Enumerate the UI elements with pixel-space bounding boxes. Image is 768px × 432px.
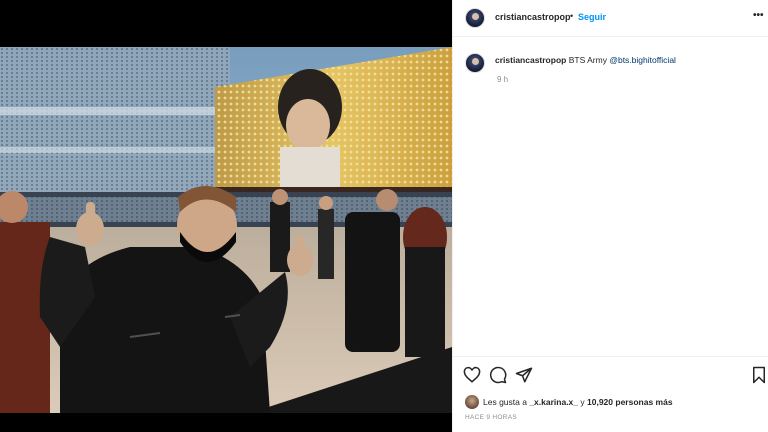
share-icon[interactable] (515, 366, 533, 384)
header-separator: • (570, 11, 574, 21)
likes-prefix: Les gusta a (483, 397, 527, 407)
caption-timestamp[interactable]: 9 h (497, 75, 508, 84)
post-header: cristiancastropop • Seguir ••• (453, 0, 768, 37)
heart-icon[interactable] (463, 366, 481, 384)
media-letterbox-bottom (0, 413, 452, 432)
bookmark-icon[interactable] (751, 366, 767, 384)
caption-text: BTS Army (568, 55, 607, 65)
more-options-icon[interactable]: ••• (753, 10, 764, 21)
caption-mention-link[interactable]: @bts.bighitofficial (609, 55, 676, 65)
liker-avatar[interactable] (465, 395, 479, 409)
concert-photo[interactable] (0, 47, 452, 413)
author-username[interactable]: cristiancastropop (495, 12, 571, 22)
caption-author-avatar[interactable] (465, 53, 485, 73)
likes-others-link[interactable]: 10,920 personas más (587, 397, 673, 407)
author-avatar[interactable] (465, 8, 485, 28)
concert-photo-image (0, 47, 452, 413)
media-letterbox-top (0, 0, 452, 47)
caption-username[interactable]: cristiancastropop (495, 55, 566, 65)
likes-summary: Les gusta a _x.karina.x_ y 10,920 person… (483, 397, 673, 407)
post-timeago[interactable]: HACE 9 HORAS (465, 414, 517, 421)
liker-username[interactable]: _x.karina.x_ (529, 397, 578, 407)
post-sidebar: cristiancastropop • Seguir ••• cristianc… (452, 0, 768, 432)
likes-middle: y (580, 397, 585, 407)
post-media[interactable] (0, 0, 452, 432)
post-actions: Les gusta a _x.karina.x_ y 10,920 person… (453, 356, 768, 432)
comment-icon[interactable] (489, 366, 507, 384)
caption: cristiancastropop BTS Army @bts.bighitof… (495, 55, 755, 65)
follow-button[interactable]: Seguir (578, 12, 606, 22)
